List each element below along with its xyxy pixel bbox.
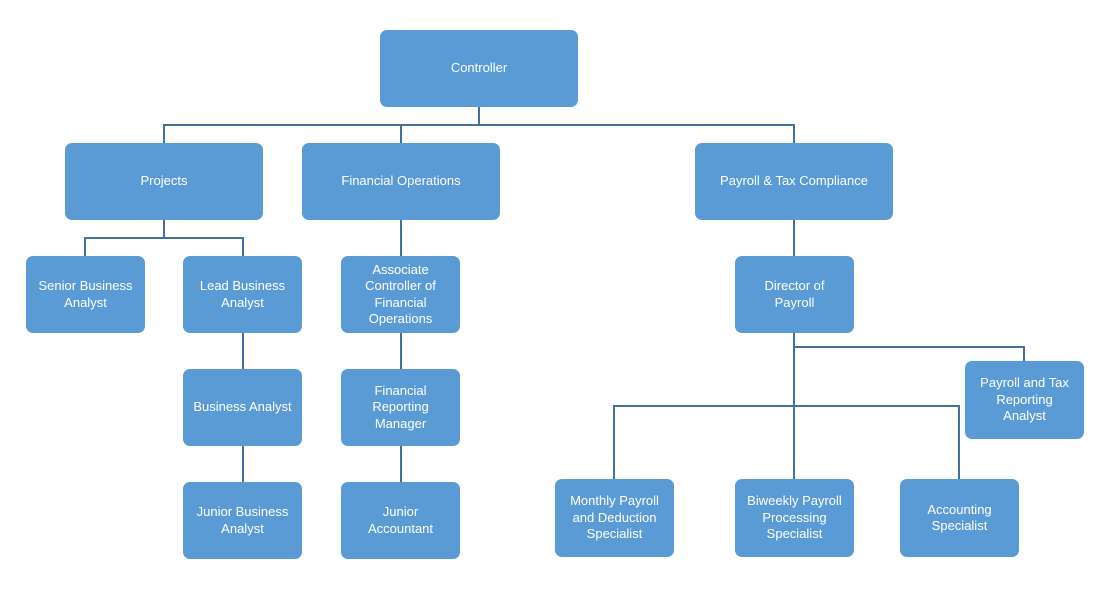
node-associate-controller[interactable]: Associate Controller of Financial Operat… — [341, 256, 460, 333]
node-lead-business-analyst[interactable]: Lead Business Analyst — [183, 256, 302, 333]
node-financial-reporting-manager[interactable]: Financial Reporting Manager — [341, 369, 460, 446]
node-controller[interactable]: Controller — [380, 30, 578, 107]
node-biweekly-payroll-specialist[interactable]: Biweekly Payroll Processing Specialist — [735, 479, 854, 557]
node-financial-operations[interactable]: Financial Operations — [302, 143, 500, 220]
node-senior-business-analyst[interactable]: Senior Business Analyst — [26, 256, 145, 333]
node-projects[interactable]: Projects — [65, 143, 263, 220]
node-director-of-payroll[interactable]: Director of Payroll — [735, 256, 854, 333]
node-payroll-tax-compliance[interactable]: Payroll & Tax Compliance — [695, 143, 893, 220]
node-junior-business-analyst[interactable]: Junior Business Analyst — [183, 482, 302, 559]
node-monthly-payroll-specialist[interactable]: Monthly Payroll and Deduction Specialist — [555, 479, 674, 557]
node-payroll-tax-reporting-analyst[interactable]: Payroll and Tax Reporting Analyst — [965, 361, 1084, 439]
node-business-analyst[interactable]: Business Analyst — [183, 369, 302, 446]
node-junior-accountant[interactable]: Junior Accountant — [341, 482, 460, 559]
org-chart: Controller Projects Financial Operations… — [0, 0, 1109, 590]
node-accounting-specialist[interactable]: Accounting Specialist — [900, 479, 1019, 557]
